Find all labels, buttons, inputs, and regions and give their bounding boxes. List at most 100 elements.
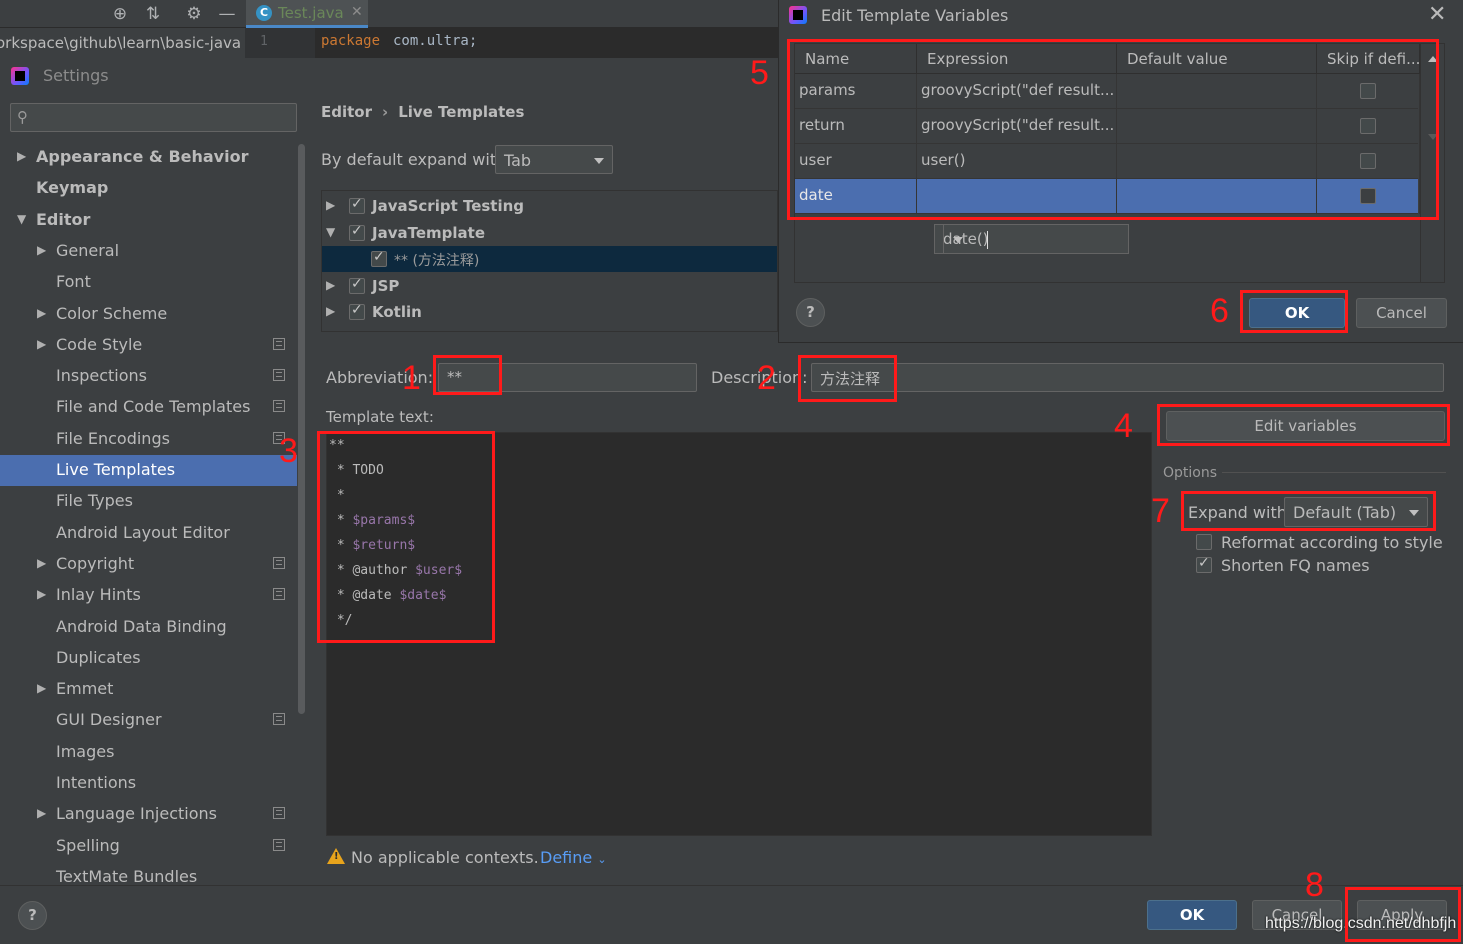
sidebar-item-color-scheme[interactable]: ▶ Color Scheme <box>0 299 297 330</box>
template-enabled-checkbox[interactable] <box>349 276 365 294</box>
java-class-icon: C <box>256 5 272 21</box>
project-scope-icon <box>273 400 285 413</box>
collapse-icon[interactable]: ⇅ <box>142 3 164 25</box>
collapsed-arrow-icon[interactable]: ▶ <box>37 806 46 820</box>
template-item-javascript-testing[interactable]: ▶ JavaScript Testing <box>322 193 777 219</box>
sidebar-item-label: Live Templates <box>56 460 176 479</box>
shorten-fq-label: Shorten FQ names <box>1221 556 1370 575</box>
template-item-item[interactable]: ** (方法注释) <box>322 246 777 272</box>
template-item-jsp[interactable]: ▶ JSP <box>322 273 777 299</box>
close-icon[interactable]: ✕ <box>1428 2 1446 27</box>
project-path-text: orkspace\github\learn\basic-java <box>0 34 242 52</box>
warning-text: No applicable contexts. <box>351 848 539 867</box>
template-enabled-checkbox[interactable] <box>349 223 365 241</box>
collapsed-arrow-icon[interactable]: ▶ <box>326 278 335 292</box>
minimize-icon[interactable]: — <box>216 3 238 25</box>
annotation-box-7 <box>1181 491 1436 531</box>
sidebar-item-code-style[interactable]: ▶ Code Style <box>0 330 297 361</box>
dialog-cancel-button[interactable]: Cancel <box>1356 298 1447 328</box>
sidebar-item-live-templates[interactable]: Live Templates <box>0 455 297 486</box>
collapsed-arrow-icon[interactable]: ▶ <box>37 556 46 570</box>
settings-search-input[interactable]: ⚲ <box>10 103 297 132</box>
sidebar-item-duplicates[interactable]: Duplicates <box>0 643 297 674</box>
sidebar-item-file-encodings[interactable]: File Encodings <box>0 424 297 455</box>
sidebar-item-textmate-bundles[interactable]: TextMate Bundles <box>0 862 297 885</box>
expression-editor-input[interactable]: date() <box>934 224 1129 254</box>
annotation-number-8: 8 <box>1305 866 1324 904</box>
template-enabled-checkbox[interactable] <box>349 302 365 320</box>
editor-tab-test-java[interactable]: C Test.java ✕ <box>246 0 368 28</box>
sidebar-item-font[interactable]: Font <box>0 267 297 298</box>
collapsed-arrow-icon[interactable]: ▶ <box>17 149 26 163</box>
collapsed-arrow-icon[interactable]: ▶ <box>37 681 46 695</box>
define-context-link[interactable]: Define ⌄ <box>540 848 607 867</box>
sidebar-item-spelling[interactable]: Spelling <box>0 831 297 862</box>
expanded-arrow-icon[interactable]: ▼ <box>326 225 335 239</box>
sidebar-item-label: Keymap <box>36 178 109 198</box>
collapsed-arrow-icon[interactable]: ▶ <box>326 304 335 318</box>
shorten-fq-checkbox[interactable] <box>1196 555 1212 573</box>
expand-default-label: By default expand with <box>321 150 507 169</box>
sidebar-item-label: Inspections <box>56 366 147 386</box>
project-scope-icon <box>273 337 285 350</box>
sidebar-item-label: GUI Designer <box>56 710 162 730</box>
sidebar-item-file-and-code-templates[interactable]: File and Code Templates <box>0 392 297 423</box>
sidebar-item-android-data-binding[interactable]: Android Data Binding <box>0 612 297 643</box>
annotation-number-1: 1 <box>402 359 421 397</box>
project-scope-icon <box>273 588 285 601</box>
chevron-down-icon: ⌄ <box>597 853 607 866</box>
template-enabled-checkbox[interactable] <box>371 249 387 267</box>
sidebar-item-copyright[interactable]: ▶ Copyright <box>0 549 297 580</box>
collapsed-arrow-icon[interactable]: ▶ <box>37 306 46 320</box>
sidebar-item-emmet[interactable]: ▶ Emmet <box>0 674 297 705</box>
sidebar-item-gui-designer[interactable]: GUI Designer <box>0 705 297 736</box>
ok-button[interactable]: OK <box>1147 900 1237 930</box>
expanded-arrow-icon[interactable]: ▼ <box>17 212 26 226</box>
sidebar-item-images[interactable]: Images <box>0 737 297 768</box>
template-item-javatemplate[interactable]: ▼ JavaTemplate <box>322 220 777 246</box>
expand-default-select[interactable]: Tab <box>495 145 613 174</box>
sidebar-item-label: Appearance & Behavior <box>36 147 249 166</box>
annotation-box-3 <box>317 431 495 643</box>
sidebar-scrollbar[interactable] <box>298 144 305 714</box>
sidebar-item-language-injections[interactable]: ▶ Language Injections <box>0 799 297 830</box>
intellij-logo-icon <box>11 67 29 85</box>
annotation-box-2 <box>798 355 897 402</box>
line-number: 1 <box>260 34 268 49</box>
sidebar-item-appearance-behavior[interactable]: ▶ Appearance & Behavior <box>0 142 297 173</box>
sidebar-item-file-types[interactable]: File Types <box>0 486 297 517</box>
sidebar-item-editor[interactable]: ▼ Editor <box>0 205 297 236</box>
crosshair-icon[interactable]: ⊕ <box>109 3 131 25</box>
sidebar-item-general[interactable]: ▶ General <box>0 236 297 267</box>
options-divider <box>1222 472 1446 473</box>
sidebar-item-label: Editor <box>36 209 91 229</box>
close-tab-icon[interactable]: ✕ <box>351 4 363 20</box>
breadcrumb-editor[interactable]: Editor <box>321 103 372 121</box>
template-item-kotlin[interactable]: ▶ Kotlin <box>322 299 777 325</box>
sidebar-item-label: General <box>56 240 120 260</box>
collapsed-arrow-icon[interactable]: ▶ <box>326 198 335 212</box>
sidebar-item-android-layout-editor[interactable]: Android Layout Editor <box>0 518 297 549</box>
gear-icon[interactable]: ⚙ <box>183 3 205 25</box>
annotation-number-6: 6 <box>1210 292 1229 330</box>
help-button[interactable]: ? <box>18 901 47 930</box>
settings-sidebar: ⚲ ▶ Appearance & Behavior Keymap ▼ Editor ▶ Ge… <box>0 94 307 885</box>
sidebar-item-intentions[interactable]: Intentions <box>0 768 297 799</box>
description-input[interactable]: 方法注释 <box>811 363 1444 392</box>
dialog-help-button[interactable]: ? <box>796 298 825 327</box>
project-scope-icon <box>273 713 285 726</box>
collapsed-arrow-icon[interactable]: ▶ <box>37 337 46 351</box>
reformat-label: Reformat according to style <box>1221 533 1443 552</box>
editor-code-line[interactable]: package com.ultra; <box>315 28 785 58</box>
sidebar-item-label: File and Code Templates <box>56 397 251 417</box>
collapsed-arrow-icon[interactable]: ▶ <box>37 587 46 601</box>
sidebar-item-label: File Encodings <box>56 428 170 448</box>
sidebar-item-keymap[interactable]: Keymap <box>0 173 297 204</box>
sidebar-item-label: Emmet <box>56 679 114 699</box>
chevron-down-icon[interactable] <box>943 225 971 253</box>
collapsed-arrow-icon[interactable]: ▶ <box>37 243 46 257</box>
reformat-checkbox[interactable] <box>1196 534 1212 550</box>
sidebar-item-inlay-hints[interactable]: ▶ Inlay Hints <box>0 580 297 611</box>
template-enabled-checkbox[interactable] <box>349 196 365 214</box>
sidebar-item-inspections[interactable]: Inspections <box>0 361 297 392</box>
